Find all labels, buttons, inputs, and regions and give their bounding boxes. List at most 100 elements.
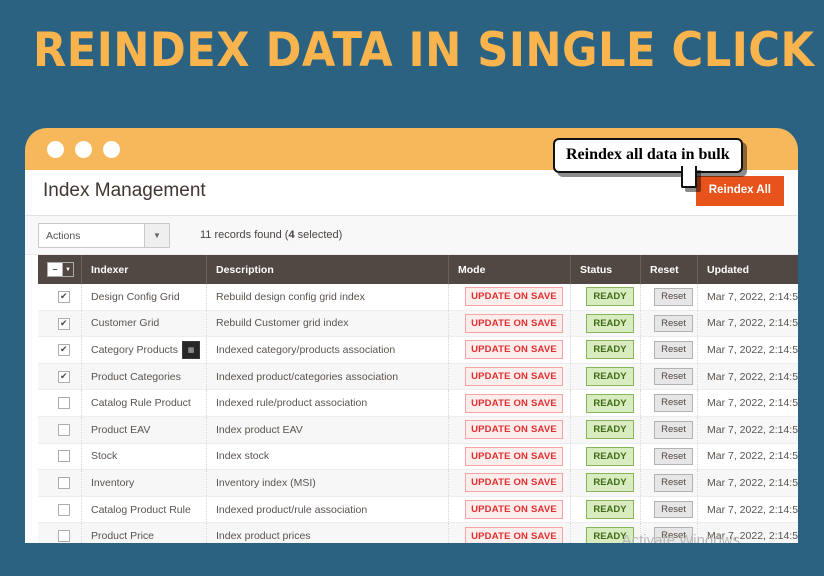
mode-badge: UPDATE ON SAVE [465, 287, 563, 307]
table-row[interactable]: Customer GridRebuild Customer grid index… [38, 310, 798, 338]
mode-badge: UPDATE ON SAVE [465, 446, 563, 466]
cell-status: READY [570, 389, 641, 417]
cell-description: Rebuild Customer grid index [206, 310, 449, 338]
table-row[interactable]: Category Products▦Indexed category/produ… [38, 336, 798, 364]
row-checkbox-cell[interactable] [38, 310, 82, 338]
row-checkbox-icon[interactable] [58, 423, 70, 436]
grid-toolbar: Actions ▼ 11 records found (4 selected) [25, 216, 798, 255]
row-checkbox-checked-icon[interactable] [58, 317, 70, 330]
cell-updated: Mar 7, 2022, 2:14:55 AM [697, 443, 798, 471]
cell-mode: UPDATE ON SAVE [448, 310, 571, 338]
row-checkbox-cell[interactable] [38, 416, 82, 444]
cell-reset: Reset [640, 389, 698, 417]
row-tooltip-marker-icon[interactable]: ▦ [182, 341, 200, 360]
browser-viewport: Index Management Reindex All Actions ▼ 1… [25, 170, 798, 543]
column-header-mode[interactable]: Mode [448, 255, 571, 284]
cell-mode: UPDATE ON SAVE [448, 416, 571, 444]
grid-body: Design Config GridRebuild design config … [38, 284, 798, 543]
column-header-description[interactable]: Description [206, 255, 449, 284]
cell-indexer: Catalog Product Rule [81, 496, 207, 524]
cell-status: READY [570, 496, 641, 524]
grid-header: – ▼ Indexer Description Mode Status Rese… [38, 255, 798, 284]
cell-indexer: Inventory [81, 469, 207, 497]
row-checkbox-cell[interactable] [38, 522, 82, 543]
records-suffix: selected) [294, 229, 343, 241]
row-checkbox-cell[interactable] [38, 284, 82, 311]
cell-description: Indexed category/products association [206, 336, 449, 364]
window-close-dot[interactable] [47, 141, 64, 158]
callout-bubble: Reindex all data in bulk [553, 138, 743, 188]
reindex-all-button[interactable]: Reindex All [695, 176, 784, 206]
column-header-updated[interactable]: Updated [697, 255, 798, 284]
actions-dropdown-label: Actions [46, 229, 81, 242]
row-checkbox-checked-icon[interactable] [58, 343, 70, 357]
actions-dropdown[interactable]: Actions ▼ [38, 223, 170, 248]
cell-description: Indexed product/rule association [206, 496, 449, 524]
cell-description: Index stock [206, 443, 449, 471]
reset-button[interactable]: Reset [654, 500, 693, 519]
row-checkbox-cell[interactable] [38, 336, 82, 364]
table-row[interactable]: Catalog Product Rule Indexed product/rule… [38, 496, 798, 524]
table-row[interactable]: Product CategoriesIndexed product/catego… [38, 363, 798, 391]
cell-mode: UPDATE ON SAVE [448, 363, 571, 391]
reset-button[interactable]: Reset [654, 367, 693, 386]
status-badge: READY [586, 367, 634, 387]
status-badge: READY [586, 287, 634, 307]
window-maximize-dot[interactable] [103, 141, 120, 158]
reset-button[interactable]: Reset [654, 288, 693, 306]
table-row[interactable]: Stock Index stock UPDATE ON SAVE READY Reset… [38, 443, 798, 471]
reset-button[interactable]: Reset [654, 421, 693, 439]
table-row[interactable]: Inventory Inventory index (MSI) UPDATE ON … [38, 469, 798, 497]
row-checkbox-icon[interactable] [58, 477, 70, 490]
column-header-select-all[interactable]: – ▼ [38, 255, 82, 284]
window-minimize-dot[interactable] [75, 141, 92, 158]
column-header-indexer[interactable]: Indexer [81, 255, 207, 284]
cell-mode: UPDATE ON SAVE [448, 469, 571, 497]
row-checkbox-cell[interactable] [38, 496, 82, 524]
status-badge: READY [586, 473, 634, 493]
reset-button[interactable]: Reset [654, 341, 693, 359]
row-checkbox-icon[interactable] [58, 450, 70, 463]
reset-button[interactable]: Reset [654, 447, 693, 466]
index-grid: – ▼ Indexer Description Mode Status Rese… [38, 255, 798, 543]
mode-badge: UPDATE ON SAVE [465, 420, 563, 440]
row-checkbox-icon[interactable] [58, 503, 70, 516]
status-badge: READY [586, 313, 634, 333]
activate-windows-watermark: Activate Windows [621, 532, 740, 543]
mode-badge: UPDATE ON SAVE [465, 313, 563, 333]
index-grid-wrapper: – ▼ Indexer Description Mode Status Rese… [25, 255, 798, 543]
column-header-reset[interactable]: Reset [640, 255, 698, 284]
status-badge: READY [586, 340, 634, 360]
row-checkbox-icon[interactable] [58, 397, 70, 410]
row-checkbox-cell[interactable] [38, 363, 82, 391]
cell-mode: UPDATE ON SAVE [448, 496, 571, 524]
table-row[interactable]: Catalog Rule Product Indexed rule/product… [38, 389, 798, 417]
row-checkbox-icon[interactable] [58, 530, 70, 543]
row-checkbox-cell[interactable] [38, 443, 82, 471]
cell-indexer: Stock [81, 443, 207, 471]
reset-button[interactable]: Reset [654, 394, 693, 412]
cell-description: Index product prices [206, 522, 449, 543]
mass-select-chevron-down-icon[interactable]: ▼ [62, 263, 73, 276]
column-header-status[interactable]: Status [570, 255, 641, 284]
row-checkbox-checked-icon[interactable] [58, 370, 70, 383]
cell-updated: Mar 7, 2022, 2:14:54 AM [697, 284, 798, 311]
cell-reset: Reset [640, 469, 698, 497]
cell-reset: Reset [640, 284, 698, 311]
reset-button[interactable]: Reset [654, 314, 693, 333]
grid-header-row: – ▼ Indexer Description Mode Status Rese… [38, 255, 798, 284]
table-row[interactable]: Product EAV Index product EAV UPDATE ON SA… [38, 416, 798, 444]
table-row[interactable]: Design Config GridRebuild design config … [38, 284, 798, 311]
cell-indexer: Design Config Grid [81, 284, 207, 311]
row-checkbox-checked-icon[interactable] [58, 290, 70, 303]
mode-badge: UPDATE ON SAVE [465, 473, 563, 493]
cell-mode: UPDATE ON SAVE [448, 284, 571, 311]
row-checkbox-cell[interactable] [38, 469, 82, 497]
cell-updated: Mar 7, 2022, 2:14:54 AM [697, 336, 798, 364]
row-checkbox-cell[interactable] [38, 389, 82, 417]
reset-button[interactable]: Reset [654, 474, 693, 492]
mass-select-control[interactable]: – ▼ [47, 262, 74, 277]
status-badge: READY [586, 446, 634, 466]
mode-badge: UPDATE ON SAVE [465, 340, 563, 360]
indeterminate-checkbox-icon[interactable]: – [48, 263, 62, 276]
